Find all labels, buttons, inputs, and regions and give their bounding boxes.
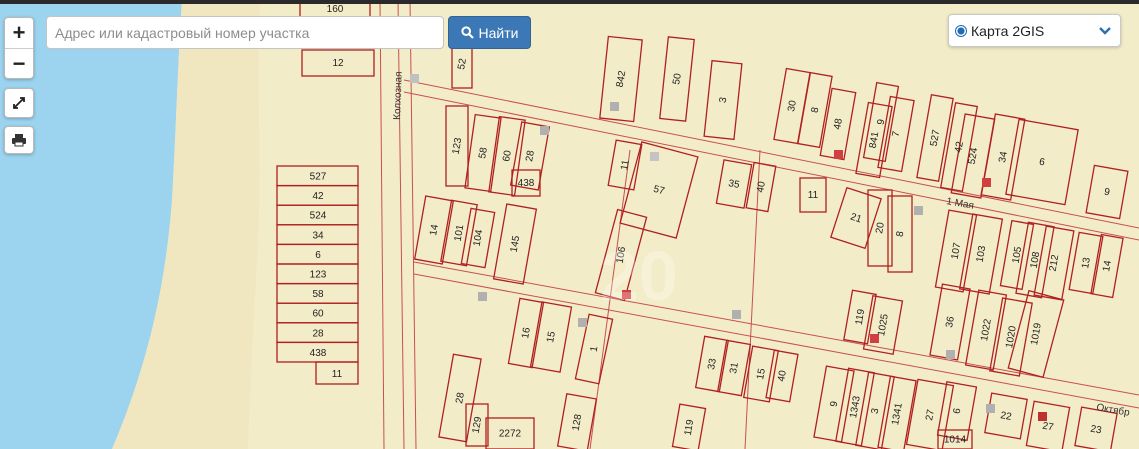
parcel-label: 11 <box>332 369 343 380</box>
expand-arrows-icon <box>13 97 25 109</box>
parcel-label: 60 <box>312 309 324 320</box>
top-dark-bar <box>0 0 1139 4</box>
find-button-label: Найти <box>478 24 519 41</box>
magnifier-icon <box>460 26 474 39</box>
building-marker <box>1038 412 1047 421</box>
print-button[interactable] <box>4 126 34 154</box>
parcel-label: 42 <box>312 191 324 202</box>
building-marker <box>834 150 843 159</box>
building-marker <box>732 310 741 319</box>
parcel-label: 123 <box>310 270 327 281</box>
parcel-label: 438 <box>310 348 327 359</box>
parcel-label: 28 <box>312 328 324 339</box>
parcel-label: 12 <box>332 58 344 69</box>
building-marker <box>610 102 619 111</box>
chevron-down-icon <box>1099 26 1111 35</box>
find-button[interactable]: Найти <box>448 16 531 49</box>
zoom-control: + − <box>4 17 34 79</box>
building-marker <box>946 350 955 359</box>
cadastral-map[interactable]: 16012 52842 503 30 848 97 527 42 524 34 6123 58 60 28… <box>0 0 1139 449</box>
building-marker <box>410 74 419 83</box>
search-input[interactable] <box>46 16 444 49</box>
parcel-label: 160 <box>327 4 344 15</box>
parcel-label: 1014 <box>944 435 967 446</box>
building-marker <box>540 126 549 135</box>
layer-selector[interactable]: Карта 2GIS <box>948 14 1121 47</box>
parcel-label: 2272 <box>499 429 522 440</box>
printer-icon <box>12 134 26 147</box>
zoom-out-button[interactable]: − <box>5 49 33 79</box>
building-marker <box>578 318 587 327</box>
building-marker <box>986 404 995 413</box>
fullscreen-button[interactable] <box>4 88 34 118</box>
parcel-label: 438 <box>518 178 535 189</box>
layer-radio[interactable] <box>955 24 967 37</box>
building-marker <box>914 206 923 215</box>
parcel-label: 527 <box>310 172 327 183</box>
parcel-label: 11 <box>808 190 819 201</box>
building-marker <box>478 292 487 301</box>
street-label: Колхозная <box>392 71 405 120</box>
zoom-in-button[interactable]: + <box>5 18 33 49</box>
building-marker <box>650 152 659 161</box>
parcel-label: 34 <box>312 230 324 241</box>
parcel-label: 524 <box>310 211 327 222</box>
parcel-label: 58 <box>312 289 324 300</box>
building-marker <box>982 178 991 187</box>
parcel-label: 6 <box>315 250 321 261</box>
layer-selector-label: Карта 2GIS <box>971 22 1045 39</box>
map-watermark: 20 <box>600 237 678 315</box>
